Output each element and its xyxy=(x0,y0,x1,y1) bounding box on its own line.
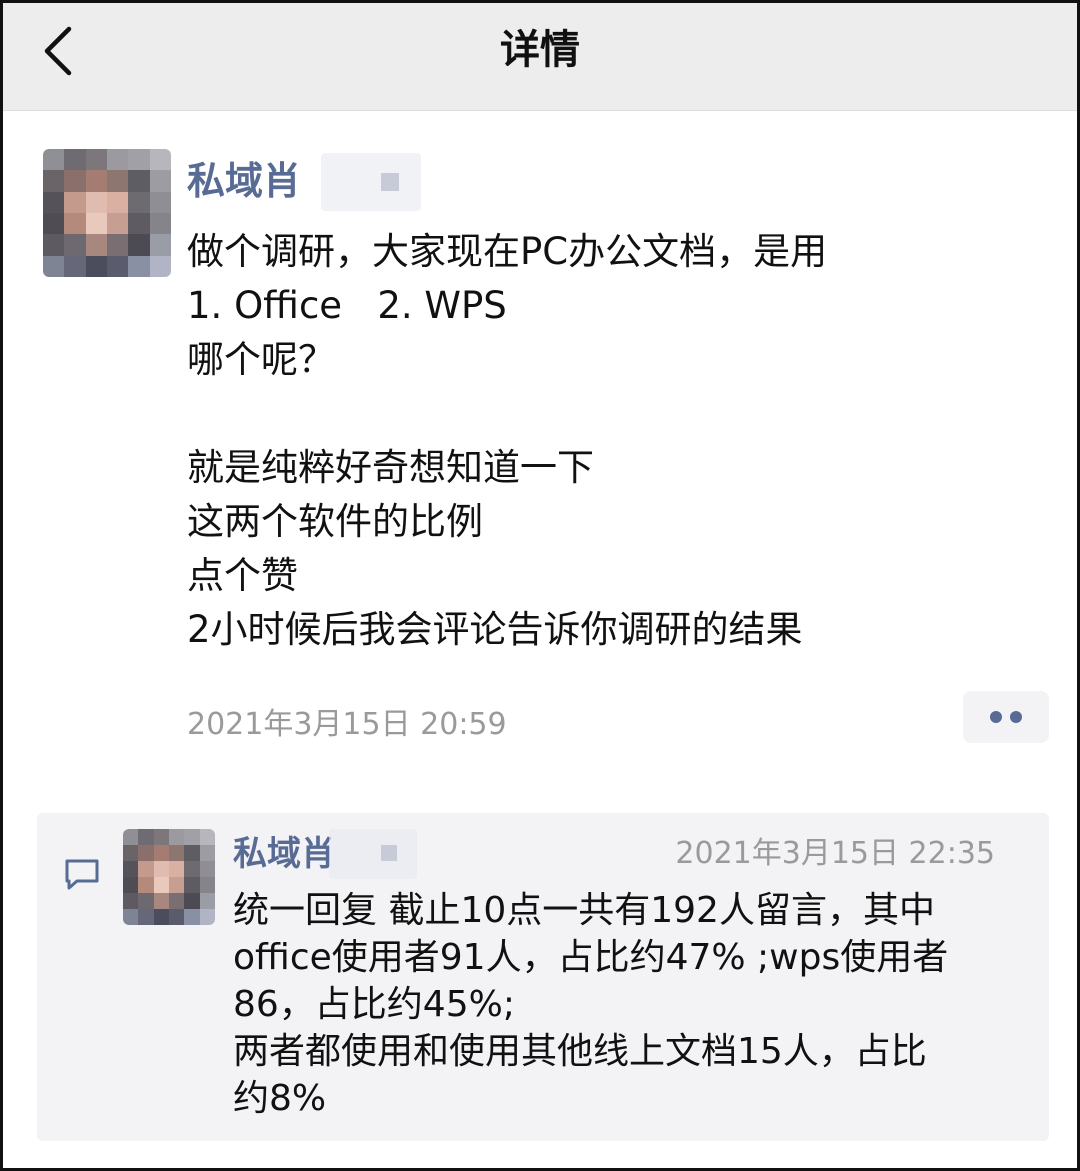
post-text: 做个调研，大家现在PC办公文档，是用 1. Office 2. WPS 哪个呢？… xyxy=(187,225,1047,657)
post-avatar[interactable] xyxy=(43,149,171,277)
name-blur-dot xyxy=(381,173,399,191)
more-dots-icon xyxy=(1010,711,1022,723)
post-line: 做个调研，大家现在PC办公文档，是用 xyxy=(187,230,828,273)
post-line: 这两个软件的比例 xyxy=(187,500,483,543)
post-timestamp: 2021年3月15日 20:59 xyxy=(187,707,507,742)
comment-name-blur-dot xyxy=(381,845,397,861)
comment-bubble-icon xyxy=(65,859,99,890)
name-blur xyxy=(321,153,421,211)
comment-line: 约8% xyxy=(233,1078,327,1119)
comment-timestamp: 2021年3月15日 22:35 xyxy=(675,836,995,871)
post-line: 1. Office 2. WPS xyxy=(187,284,507,327)
more-dots-icon xyxy=(990,711,1002,723)
comment-text[interactable]: 统一回复 截止10点一共有192人留言，其中 office使用者91人，占比约4… xyxy=(233,887,1033,1122)
comment-avatar[interactable] xyxy=(123,829,215,925)
comment-line: office使用者91人，占比约47% ;wps使用者 xyxy=(233,937,949,978)
comment-name-blur xyxy=(329,829,417,879)
nav-bar: 详情 xyxy=(3,3,1077,111)
comment-author-name[interactable]: 私域肖 xyxy=(233,831,335,877)
page-frame: 详情 私域肖 做个调研，大家现在PC办公文档，是用 1. Office 2. W… xyxy=(0,0,1080,1171)
comment-line: 两者都使用和使用其他线上文档15人，占比 xyxy=(233,1031,927,1072)
post-line: 2小时候后我会评论告诉你调研的结果 xyxy=(187,608,803,651)
post-author-name[interactable]: 私域肖 xyxy=(187,155,301,207)
page-title: 详情 xyxy=(500,27,580,73)
post-line: 点个赞 xyxy=(187,554,298,597)
comment-line: 统一回复 截止10点一共有192人留言，其中 xyxy=(233,890,935,931)
more-options-button[interactable] xyxy=(963,691,1049,743)
post-line: 哪个呢？ xyxy=(187,338,335,381)
post-line xyxy=(187,387,1047,441)
comment-line: 86，占比约45%; xyxy=(233,984,515,1025)
post-line: 就是纯粹好奇想知道一下 xyxy=(187,446,594,489)
